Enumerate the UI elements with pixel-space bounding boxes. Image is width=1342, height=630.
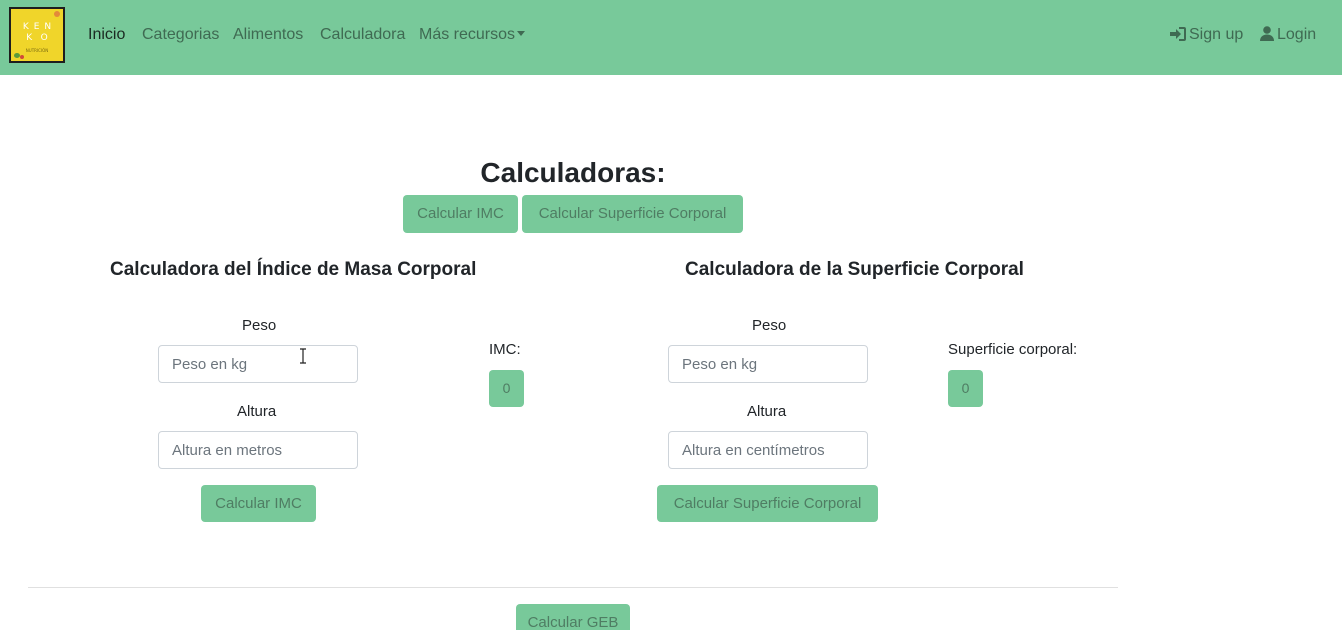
sc-peso-label: Peso	[752, 317, 787, 334]
imc-altura-label: Altura	[237, 403, 277, 420]
text-cursor-icon	[300, 348, 306, 364]
nav-item-calculadora[interactable]: Calculadora	[320, 25, 405, 45]
sc-altura-input[interactable]	[668, 431, 868, 469]
sc-result-value: 0	[948, 370, 983, 407]
section-divider	[28, 587, 1118, 588]
navbar: KEN KO NUTRICIÓN Inicio Categorias Alime…	[0, 0, 1342, 75]
logo-text-line1: KEN	[22, 22, 57, 32]
login-link[interactable]: Login	[1260, 25, 1316, 45]
caret-down-icon	[517, 31, 526, 36]
calcular-imc-tab-button[interactable]: Calcular IMC	[403, 195, 518, 233]
signup-link[interactable]: Sign up	[1170, 25, 1243, 45]
logo-fruit-icon	[54, 11, 60, 17]
nav-item-categorias[interactable]: Categorias	[142, 25, 219, 45]
calcular-imc-button[interactable]: Calcular IMC	[201, 485, 316, 522]
imc-peso-label: Peso	[242, 317, 277, 334]
calcular-superficie-corporal-button[interactable]: Calcular Superficie Corporal	[657, 485, 878, 522]
sign-in-icon	[1170, 27, 1186, 41]
logo-text-line3: NUTRICIÓN	[25, 48, 49, 53]
user-icon	[1260, 26, 1274, 41]
sc-altura-label: Altura	[747, 403, 787, 420]
nav-item-mas-recursos-label: Más recursos	[419, 26, 516, 43]
imc-peso-input[interactable]	[158, 345, 358, 383]
imc-result-value: 0	[489, 370, 524, 407]
nav-item-alimentos[interactable]: Alimentos	[233, 25, 303, 45]
logo-text-line2: KO	[26, 33, 57, 43]
imc-calculator-title: Calculadora del Índice de Masa Corporal	[110, 259, 477, 280]
logo-berry-icon	[20, 55, 24, 59]
calcular-geb-button[interactable]: Calcular GEB	[516, 604, 630, 630]
login-label: Login	[1277, 26, 1317, 43]
imc-altura-input[interactable]	[158, 431, 358, 469]
sc-peso-input[interactable]	[668, 345, 868, 383]
signup-label: Sign up	[1189, 26, 1244, 43]
imc-result-label: IMC:	[489, 341, 521, 358]
sc-result-label: Superficie corporal:	[948, 341, 1078, 358]
calcular-superficie-corporal-tab-button[interactable]: Calcular Superficie Corporal	[522, 195, 743, 233]
page-title: Calculadoras:	[480, 157, 666, 188]
sc-calculator-title: Calculadora de la Superficie Corporal	[685, 259, 1024, 280]
kenko-logo[interactable]: KEN KO NUTRICIÓN	[9, 7, 65, 63]
nav-item-inicio[interactable]: Inicio	[88, 25, 125, 45]
nav-item-mas-recursos[interactable]: Más recursos	[419, 25, 526, 45]
